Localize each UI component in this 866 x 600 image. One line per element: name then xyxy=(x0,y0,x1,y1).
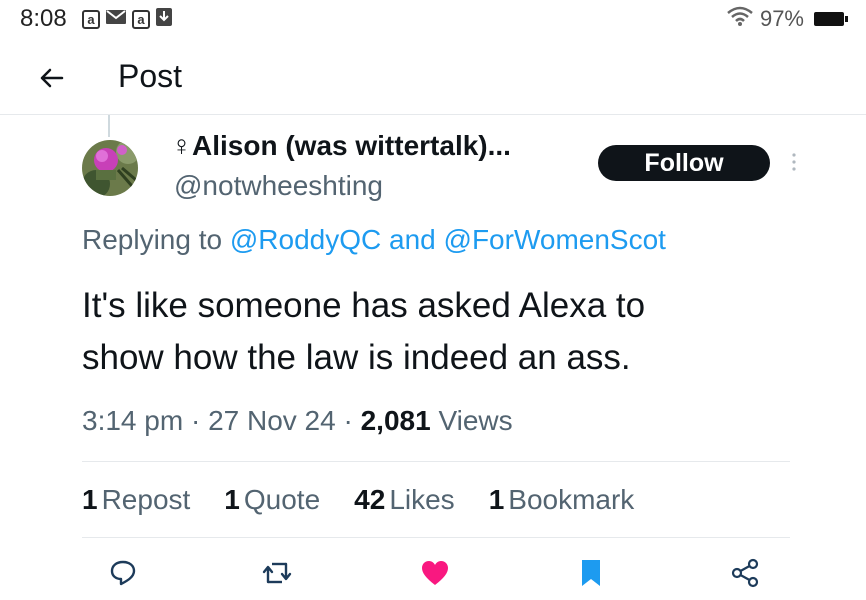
display-name[interactable]: ♀Alison (was wittertalk)... xyxy=(171,130,511,162)
replying-to: Replying to @RoddyQC and @ForWomenScot xyxy=(82,224,666,256)
reposts-stat[interactable]: 1 Repost xyxy=(82,484,190,516)
avatar[interactable] xyxy=(82,140,138,196)
amazon-icon: a xyxy=(82,10,100,29)
separator-dot: · xyxy=(190,405,201,436)
divider xyxy=(82,537,790,538)
arrow-left-icon xyxy=(40,68,64,88)
divider xyxy=(82,461,790,462)
reposts-count: 1 xyxy=(82,484,98,515)
battery-percent: 97% xyxy=(759,5,804,31)
post-time[interactable]: 3:14 pm xyxy=(82,405,183,436)
quotes-stat[interactable]: 1 Quote xyxy=(224,484,320,516)
amazon-icon: a xyxy=(132,10,150,29)
thistle-avatar-image xyxy=(82,140,138,196)
thread-line xyxy=(108,115,110,137)
replying-prefix: Replying to xyxy=(82,224,223,255)
action-bar xyxy=(0,556,866,592)
quotes-count: 1 xyxy=(224,484,240,515)
likes-label: Likes xyxy=(389,484,455,515)
page-title: Post xyxy=(118,58,183,94)
battery-icon xyxy=(814,11,848,26)
status-time: 8:08 xyxy=(20,5,67,32)
bookmarks-label: Bookmark xyxy=(508,484,635,515)
repost-icon xyxy=(262,562,292,584)
header: Post xyxy=(0,40,866,115)
repost-button[interactable] xyxy=(260,556,294,590)
post-text-line: It's like someone has asked Alexa to xyxy=(82,286,646,325)
bookmark-filled-icon xyxy=(582,560,600,586)
mention-and[interactable]: and xyxy=(389,224,436,255)
download-icon xyxy=(156,8,172,31)
reply-icon xyxy=(110,560,136,586)
status-right: 97% xyxy=(726,5,848,32)
reply-button[interactable] xyxy=(106,556,140,590)
views-label[interactable]: Views xyxy=(438,405,512,436)
views-count[interactable]: 2,081 xyxy=(361,405,431,436)
wifi-icon xyxy=(726,5,754,32)
share-icon xyxy=(731,558,759,588)
bookmark-button[interactable] xyxy=(574,556,608,590)
mention-link[interactable]: @ForWomenScot xyxy=(444,224,666,255)
likes-count: 42 xyxy=(354,484,386,515)
more-options-icon[interactable] xyxy=(791,152,797,172)
post-meta: 3:14 pm · 27 Nov 24 · 2,081 Views xyxy=(82,405,513,437)
back-button[interactable] xyxy=(32,58,72,98)
post-text-line: show how the law is indeed an ass. xyxy=(82,338,631,377)
handle[interactable]: @notwheeshting xyxy=(174,170,383,202)
mail-icon xyxy=(106,9,126,30)
quotes-label: Quote xyxy=(243,484,321,515)
like-button[interactable] xyxy=(418,556,452,590)
notification-icons: a a xyxy=(82,8,172,31)
bookmarks-stat[interactable]: 1 Bookmark xyxy=(489,484,635,516)
follow-button[interactable]: Follow xyxy=(598,145,770,181)
status-bar: 8:08 a a 97% xyxy=(0,0,866,36)
post-date[interactable]: 27 Nov 24 xyxy=(208,405,336,436)
mention-link[interactable]: @RoddyQC xyxy=(230,224,381,255)
likes-stat[interactable]: 42 Likes xyxy=(354,484,455,516)
separator-dot: · xyxy=(343,405,353,436)
heart-filled-icon xyxy=(422,561,448,585)
bookmarks-count: 1 xyxy=(488,484,505,515)
post-text: It's like someone has asked Alexa to sho… xyxy=(82,280,802,384)
engagement-stats: 1 Repost 1 Quote 42 Likes 1 Bookmark xyxy=(82,484,668,516)
reposts-label: Repost xyxy=(101,484,191,515)
share-button[interactable] xyxy=(728,556,762,590)
